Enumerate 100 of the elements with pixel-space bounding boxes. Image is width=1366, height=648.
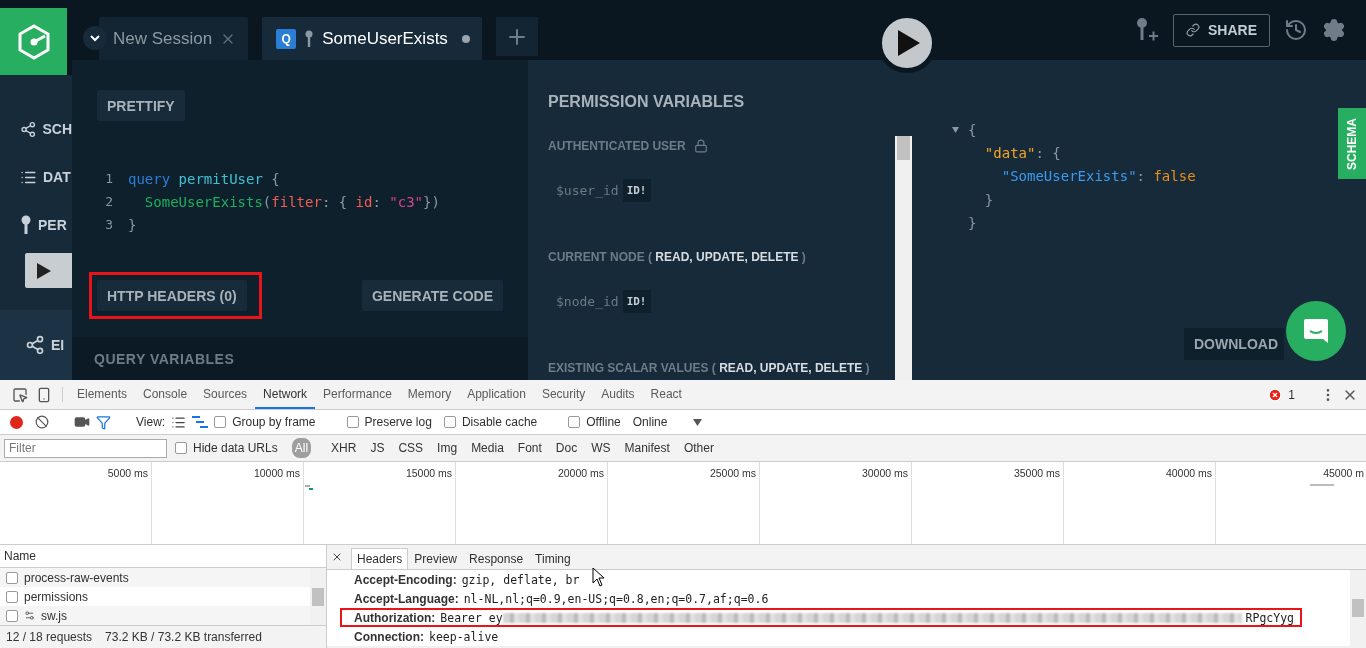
camera-icon[interactable] <box>74 414 90 430</box>
devtools-tab[interactable]: Security <box>533 380 594 409</box>
header-value: nl-NL,nl;q=0.9,en-US;q=0.8,en;q=0.7,af;q=0.6 <box>463 591 769 606</box>
devtools-tab[interactable]: Application <box>459 380 534 409</box>
code-line: SomeUserExists(filter: { id: "c3"}) <box>143 193 440 210</box>
gear-icon <box>24 610 35 621</box>
devtools-tab[interactable]: Network <box>255 380 316 409</box>
checkbox[interactable] <box>346 416 359 428</box>
type-filter[interactable]: Manifest <box>621 438 673 458</box>
devtools-tab[interactable]: React <box>642 380 690 409</box>
link-icon <box>1186 23 1200 37</box>
type-filter[interactable]: CSS <box>395 438 427 458</box>
time-tick: 45000 m <box>1323 467 1364 479</box>
checkbox-label: Offline <box>586 415 621 429</box>
run-button[interactable] <box>25 253 72 288</box>
caret-down-icon[interactable] <box>952 126 959 133</box>
details-tab[interactable]: Preview <box>408 548 464 569</box>
devtools-tab[interactable]: Elements <box>69 380 136 409</box>
time-tick: 10000 ms <box>253 467 300 479</box>
type-filter[interactable]: JS <box>367 438 388 458</box>
session-tab[interactable]: New Session <box>99 17 249 60</box>
code-line: } <box>128 216 137 233</box>
json-line: { <box>968 121 977 138</box>
query-badge: Q <box>276 28 297 49</box>
http-headers-button[interactable]: HTTP HEADERS (0) <box>97 280 247 311</box>
device-icon[interactable] <box>36 386 52 403</box>
settings-icon[interactable] <box>1322 18 1346 42</box>
key-icon <box>20 215 32 235</box>
type-filter[interactable]: XHR <box>328 438 360 458</box>
list-icon[interactable] <box>171 414 187 430</box>
sidebar-item[interactable]: DAT <box>0 153 72 201</box>
scrollbar[interactable] <box>895 136 912 380</box>
time-tick: 40000 ms <box>1165 467 1212 479</box>
details-tab[interactable]: Response <box>463 548 530 569</box>
header-value: Bearer ey <box>440 610 503 625</box>
error-icon <box>1268 387 1283 402</box>
key-plus-icon[interactable] <box>1135 17 1159 43</box>
chat-button[interactable] <box>1286 301 1346 361</box>
time-tick: 15000 ms <box>405 467 452 479</box>
devtools-tab[interactable]: Sources <box>195 380 256 409</box>
column-header[interactable]: Name <box>4 549 36 563</box>
dropdown-icon[interactable] <box>693 418 703 426</box>
details-tab[interactable]: Headers <box>351 548 409 569</box>
history-icon[interactable] <box>1284 18 1308 42</box>
checkbox-label: Disable cache <box>461 415 538 429</box>
sidebar-item[interactable]: SCH <box>0 105 72 153</box>
variable-name: $user_id <box>556 183 619 198</box>
request-name: process-raw-events <box>24 570 129 585</box>
request-row[interactable]: process-raw-events <box>0 568 310 587</box>
new-tab-button[interactable] <box>495 17 538 56</box>
record-button[interactable] <box>10 415 23 429</box>
download-button[interactable]: DOWNLOAD <box>1184 328 1284 360</box>
request-row[interactable]: sw.js <box>0 606 310 625</box>
scrollbar[interactable] <box>1350 570 1366 646</box>
checkbox[interactable] <box>214 416 227 428</box>
section-heading: EXISTING SCALAR VALUES ( READ, UPDATE, DELETE ) <box>548 361 870 375</box>
line-number: 3 <box>104 217 114 232</box>
panel-title: PERMISSION VARIABLES <box>548 93 746 111</box>
devtools-tab[interactable]: Console <box>135 380 196 409</box>
chevron-icon[interactable] <box>83 26 107 50</box>
devtools-tab[interactable]: Audits <box>593 380 643 409</box>
key-icon <box>304 29 315 48</box>
nodes-icon <box>25 335 45 355</box>
app-logo[interactable] <box>0 8 67 75</box>
request-name: sw.js <box>41 608 67 623</box>
type-filter[interactable]: Img <box>434 438 461 458</box>
type-filter[interactable]: WS <box>588 438 614 458</box>
sidebar-item[interactable]: PER <box>0 201 72 249</box>
devtools-tab[interactable]: Performance <box>315 380 400 409</box>
share-button[interactable]: SHARE <box>1173 13 1270 47</box>
inspect-icon[interactable] <box>12 386 28 403</box>
type-filter[interactable]: Other <box>680 438 717 458</box>
type-filter[interactable]: Doc <box>552 438 581 458</box>
prettify-button[interactable]: PRETTIFY <box>97 90 185 121</box>
clear-icon[interactable] <box>35 415 49 429</box>
checkbox[interactable] <box>175 442 187 454</box>
checkbox-label: Hide data URLs <box>193 441 278 455</box>
error-count: 1 <box>1288 387 1295 402</box>
scrollbar[interactable] <box>310 568 326 625</box>
unsaved-dot <box>461 34 470 43</box>
nodes-icon <box>20 120 37 138</box>
type-filter[interactable]: Font <box>514 438 545 458</box>
waterfall-icon[interactable] <box>192 416 209 428</box>
header-name: Authorization: <box>354 610 436 625</box>
query-variables-header[interactable]: QUERY VARIABLES <box>72 337 528 380</box>
throttling-select[interactable]: Online <box>632 415 668 429</box>
details-tab[interactable]: Timing <box>529 548 577 569</box>
devtools-tab[interactable]: Memory <box>399 380 460 409</box>
session-tab[interactable]: Q SomeUserExists <box>262 17 482 60</box>
generate-code-button[interactable]: GENERATE CODE <box>361 280 503 311</box>
filter-field[interactable]: Filter <box>4 438 167 458</box>
section-heading: AUTHENTICATED USER <box>548 139 686 153</box>
close-icon[interactable] <box>331 551 343 563</box>
checkbox[interactable] <box>443 416 456 428</box>
json-line: } <box>968 214 977 231</box>
request-count: 12 / 18 requests <box>6 630 93 644</box>
checkbox[interactable] <box>568 416 581 428</box>
filter-icon[interactable] <box>96 414 111 430</box>
type-filter[interactable]: Media <box>468 438 507 458</box>
checkbox-label: Preserve log <box>364 415 432 429</box>
